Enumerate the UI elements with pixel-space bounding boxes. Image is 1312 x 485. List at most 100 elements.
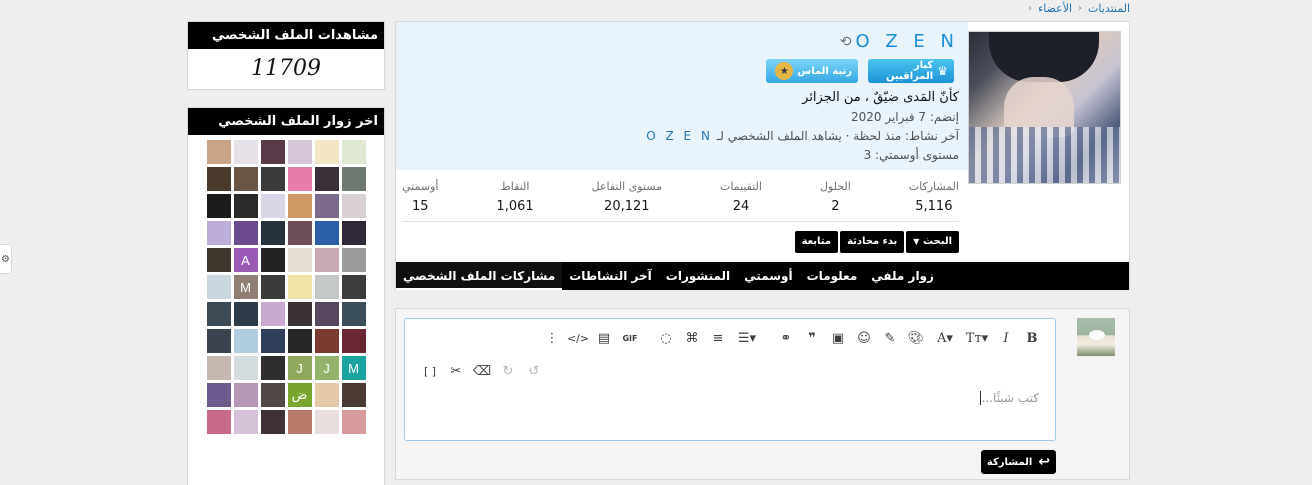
visitor-avatar[interactable]: A [233, 248, 258, 272]
visitor-avatar[interactable] [260, 302, 285, 326]
visitor-avatar[interactable] [260, 140, 285, 164]
visitor-avatar[interactable] [341, 248, 366, 272]
rich-text-editor[interactable]: B I Tᴛ▾ A▾ 🎨︎ ✎ ☺ ▣ ❞ ⚭ ☰▾ ≡ ⌘ ◌ GIF ▤ <… [404, 318, 1056, 441]
visitor-avatar[interactable] [233, 194, 258, 218]
visitor-avatar[interactable] [341, 329, 366, 353]
visitor-avatar[interactable] [314, 140, 339, 164]
undo-icon[interactable]: ↺ [523, 360, 545, 382]
spoiler-eye-slash-icon[interactable]: ◌ [655, 327, 677, 349]
visitor-avatar[interactable] [233, 356, 258, 380]
media-gallery-icon[interactable]: ▤ [593, 327, 615, 349]
visitor-avatar[interactable] [287, 410, 312, 434]
visitor-avatar[interactable] [260, 275, 285, 299]
visitor-avatar[interactable] [260, 248, 285, 272]
visitor-avatar[interactable]: J [314, 356, 339, 380]
visitor-avatar[interactable] [233, 302, 258, 326]
visitor-avatar[interactable] [314, 383, 339, 407]
visitor-avatar[interactable]: J [287, 356, 312, 380]
visitor-avatar[interactable] [206, 356, 231, 380]
gamepad-icon[interactable]: ⌘ [681, 327, 703, 349]
visitor-avatar[interactable] [260, 329, 285, 353]
stat-badges[interactable]: أوسمتي 15 [402, 180, 438, 214]
visitor-avatar[interactable] [287, 221, 312, 245]
post-button[interactable]: ↩ المشاركة [981, 450, 1056, 474]
gif-icon[interactable]: GIF [619, 327, 641, 349]
profile-avatar[interactable] [968, 31, 1121, 184]
visitor-avatar[interactable] [233, 329, 258, 353]
visitor-avatar[interactable] [206, 383, 231, 407]
align-dropdown-icon[interactable]: ☰▾ [733, 327, 761, 349]
tab-about[interactable]: معلومات [800, 262, 865, 290]
visitor-avatar[interactable] [341, 275, 366, 299]
history-icon[interactable]: ⟲ [840, 34, 852, 50]
visitor-avatar[interactable] [206, 221, 231, 245]
visitor-avatar[interactable] [233, 410, 258, 434]
tab-postings[interactable]: المنشورات [659, 262, 737, 290]
visitor-avatar[interactable]: M [233, 275, 258, 299]
visitor-avatar[interactable] [341, 140, 366, 164]
visitor-avatar[interactable] [260, 167, 285, 191]
start-conversation-button[interactable]: بدء محادثة [840, 231, 905, 253]
profile-username[interactable]: O Z E N ⟲ [840, 31, 959, 52]
visitor-avatar[interactable] [206, 248, 231, 272]
visitor-avatar[interactable] [341, 302, 366, 326]
smiley-icon[interactable]: ☺ [853, 327, 875, 349]
current-user-avatar[interactable] [1077, 318, 1115, 356]
link-icon[interactable]: ⚭ [775, 327, 797, 349]
visitor-avatar[interactable] [260, 356, 285, 380]
visitor-avatar[interactable] [233, 140, 258, 164]
visitor-avatar[interactable]: ض [287, 383, 312, 407]
color-palette-icon[interactable]: 🎨︎ [905, 327, 927, 349]
breadcrumb-item-members[interactable]: الأعضاء [1038, 2, 1072, 15]
visitor-avatar[interactable] [260, 383, 285, 407]
visitor-avatar[interactable] [314, 275, 339, 299]
stat-ratings[interactable]: التقييمات 24 [720, 180, 762, 214]
visitor-avatar[interactable] [341, 383, 366, 407]
quote-icon[interactable]: ❞ [801, 327, 823, 349]
font-family-icon[interactable]: A▾ [931, 327, 959, 349]
tab-badges[interactable]: أوسمتي [737, 262, 799, 290]
stat-solutions[interactable]: الحلول 2 [820, 180, 851, 214]
visitor-avatar[interactable] [341, 221, 366, 245]
visitor-avatar[interactable] [260, 410, 285, 434]
stat-points[interactable]: النقاط 1,061 [496, 180, 533, 214]
visitor-avatar[interactable] [287, 329, 312, 353]
visitor-avatar[interactable] [314, 302, 339, 326]
visitor-avatar[interactable] [233, 383, 258, 407]
visitor-avatar[interactable] [314, 329, 339, 353]
visitor-avatar[interactable] [287, 167, 312, 191]
visitor-avatar[interactable] [287, 275, 312, 299]
visitor-avatar[interactable] [206, 140, 231, 164]
eraser-icon[interactable]: ⌫ [471, 360, 493, 382]
tab-profile-posts[interactable]: مشاركات الملف الشخصي [396, 262, 563, 290]
visitor-avatar[interactable] [233, 221, 258, 245]
visitor-avatar[interactable] [287, 302, 312, 326]
italic-icon[interactable]: I [995, 327, 1017, 349]
visitor-avatar[interactable] [206, 167, 231, 191]
visitor-avatar[interactable] [341, 410, 366, 434]
bold-icon[interactable]: B [1021, 327, 1043, 349]
visitor-avatar[interactable] [314, 194, 339, 218]
visitor-avatar[interactable] [341, 167, 366, 191]
search-dropdown-button[interactable]: البحث ▼ [906, 231, 959, 253]
visitor-avatar[interactable] [206, 302, 231, 326]
tab-profile-visitors[interactable]: زوار ملفي [864, 262, 941, 290]
visitor-avatar[interactable] [314, 410, 339, 434]
visitor-avatar[interactable]: M [341, 356, 366, 380]
stat-messages[interactable]: المشاركات 5,116 [909, 180, 959, 214]
tab-latest-activity[interactable]: آخر النشاطات [562, 262, 659, 290]
font-size-icon[interactable]: Tᴛ▾ [963, 327, 991, 349]
code-icon[interactable]: </> [567, 327, 589, 349]
unlink-icon[interactable]: ✂ [445, 360, 467, 382]
visitor-avatar[interactable] [206, 194, 231, 218]
visitor-avatar[interactable] [314, 221, 339, 245]
visitor-avatar[interactable] [206, 275, 231, 299]
visitor-avatar[interactable] [314, 167, 339, 191]
image-icon[interactable]: ▣ [827, 327, 849, 349]
visitor-avatar[interactable] [206, 329, 231, 353]
visitor-avatar[interactable] [260, 194, 285, 218]
visitor-avatar[interactable] [287, 248, 312, 272]
bbcode-toggle-icon[interactable]: [ ] [419, 360, 441, 382]
follow-button[interactable]: متابعة [794, 231, 839, 253]
redo-icon[interactable]: ↻ [497, 360, 519, 382]
